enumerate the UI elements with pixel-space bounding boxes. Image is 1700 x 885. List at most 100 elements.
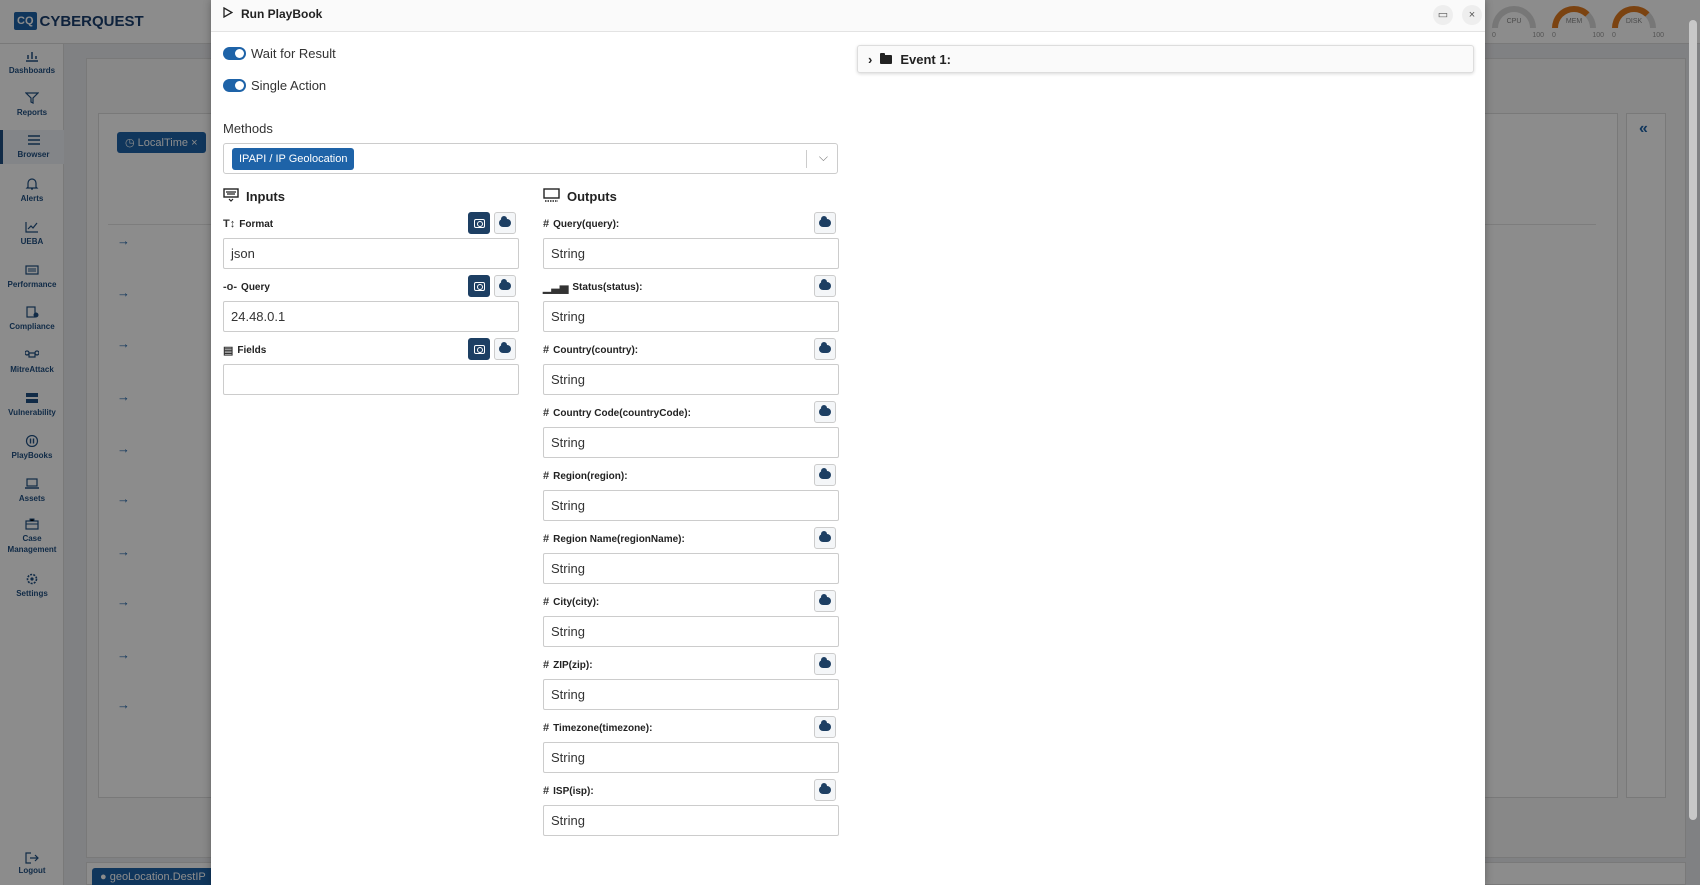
run-playbook-modal: Run PlayBook ▭ × Wait for Result Single … xyxy=(211,0,1485,885)
cloud-button[interactable] xyxy=(814,716,836,738)
output-label: # Timezone(timezone): xyxy=(543,722,652,734)
format-input[interactable]: json xyxy=(223,238,519,269)
single-action-toggle[interactable] xyxy=(223,79,246,92)
method-chip[interactable]: IPAPI / IP Geolocation xyxy=(232,148,355,170)
cloud-button[interactable] xyxy=(814,275,836,297)
chevron-down-icon[interactable]: ⌵ xyxy=(819,150,828,165)
output-value-field[interactable]: String xyxy=(543,238,839,269)
output-label: # City(city): xyxy=(543,596,599,608)
cloud-button[interactable] xyxy=(814,212,836,234)
event-panel[interactable]: › Event 1: xyxy=(857,45,1474,73)
cloud-icon xyxy=(819,216,831,227)
single-action-toggle-row: Single Action xyxy=(223,78,326,93)
fields-input[interactable] xyxy=(223,364,519,395)
cloud-icon xyxy=(819,657,831,668)
cloud-button[interactable] xyxy=(494,212,516,234)
snapshot-button[interactable] xyxy=(468,275,490,297)
wait-for-result-toggle[interactable] xyxy=(223,47,246,60)
output-label: # Query(query): xyxy=(543,218,619,230)
cloud-button[interactable] xyxy=(814,779,836,801)
folder-icon xyxy=(880,53,893,64)
cloud-button[interactable] xyxy=(814,464,836,486)
monitor-icon xyxy=(543,188,560,205)
output-value-field[interactable]: String xyxy=(543,805,839,836)
outputs-section-title: Outputs xyxy=(543,188,617,205)
wait-for-result-label: Wait for Result xyxy=(251,46,336,61)
input-label-text: Query xyxy=(241,281,270,293)
cloud-icon xyxy=(499,279,511,290)
maximize-button[interactable]: ▭ xyxy=(1433,5,1453,25)
output-label: # Country(country): xyxy=(543,344,638,356)
input-label-fields: ▤ Fields xyxy=(223,344,266,357)
input-label-text: Fields xyxy=(237,345,267,356)
signal-icon: ▁▃▅ xyxy=(543,282,569,294)
cloud-button[interactable] xyxy=(494,338,516,360)
input-label-format: T↕ Format xyxy=(223,218,273,230)
cloud-icon xyxy=(819,279,831,290)
output-label-text: City(city): xyxy=(553,596,600,608)
cloud-button[interactable] xyxy=(814,527,836,549)
output-label: # ISP(isp): xyxy=(543,785,594,797)
output-value-field[interactable]: String xyxy=(543,490,839,521)
page-scrollbar[interactable] xyxy=(1689,20,1697,820)
input-label-query: -o- Query xyxy=(223,281,270,293)
cloud-button[interactable] xyxy=(814,401,836,423)
cloud-icon xyxy=(819,594,831,605)
output-label-text: ISP(isp): xyxy=(553,785,594,797)
camera-icon xyxy=(473,218,485,228)
cloud-button[interactable] xyxy=(814,338,836,360)
keyboard-icon xyxy=(223,188,239,205)
camera-icon xyxy=(473,281,485,291)
modal-title-text: Run PlayBook xyxy=(241,7,323,21)
output-label-text: Country(country): xyxy=(553,344,639,356)
event-title: › Event 1: xyxy=(868,52,951,67)
hash-icon: # xyxy=(543,470,550,482)
commit-icon: -o- xyxy=(223,281,238,293)
output-value-field[interactable]: String xyxy=(543,742,839,773)
close-button[interactable]: × xyxy=(1462,5,1482,25)
output-value-field[interactable]: String xyxy=(543,364,839,395)
query-input[interactable]: 24.48.0.1 xyxy=(223,301,519,332)
event-title-text: Event 1: xyxy=(900,52,951,67)
hash-icon: # xyxy=(543,596,550,608)
hash-icon: # xyxy=(543,659,550,671)
cloud-icon xyxy=(819,405,831,416)
cloud-icon xyxy=(819,468,831,479)
cloud-button[interactable] xyxy=(814,653,836,675)
snapshot-button[interactable] xyxy=(468,212,490,234)
cloud-icon xyxy=(499,216,511,227)
input-label-text: Format xyxy=(239,218,274,230)
modal-header: Run PlayBook ▭ × xyxy=(211,0,1485,32)
output-value-field[interactable]: String xyxy=(543,679,839,710)
close-icon: × xyxy=(1468,9,1476,21)
hash-icon: # xyxy=(543,722,550,734)
output-value-field[interactable]: String xyxy=(543,301,839,332)
output-label-text: Country Code(countryCode): xyxy=(553,407,691,419)
hash-icon: # xyxy=(543,407,550,419)
cloud-button[interactable] xyxy=(494,275,516,297)
play-icon xyxy=(223,6,234,21)
output-label-text: Status(status): xyxy=(572,282,643,293)
modal-title: Run PlayBook xyxy=(223,6,323,21)
output-value-field[interactable]: String xyxy=(543,427,839,458)
file-icon: ▤ xyxy=(223,345,234,357)
chevron-right-icon[interactable]: › xyxy=(868,52,872,67)
inputs-title: Inputs xyxy=(246,189,285,204)
cloud-button[interactable] xyxy=(814,590,836,612)
output-label-text: Region(region): xyxy=(553,470,628,482)
methods-select[interactable]: IPAPI / IP Geolocation ⌵ xyxy=(223,143,838,174)
output-label: # Country Code(countryCode): xyxy=(543,407,691,419)
hash-icon: # xyxy=(543,218,550,230)
hash-icon: # xyxy=(543,785,550,797)
output-label: ▁▃▅ Status(status): xyxy=(543,281,642,294)
hash-icon: # xyxy=(543,533,550,545)
snapshot-button[interactable] xyxy=(468,338,490,360)
output-label: # ZIP(zip): xyxy=(543,659,593,671)
cloud-icon xyxy=(819,531,831,542)
output-value-field[interactable]: String xyxy=(543,553,839,584)
cloud-icon xyxy=(499,342,511,353)
cloud-icon xyxy=(819,720,831,731)
output-value-field[interactable]: String xyxy=(543,616,839,647)
cloud-icon xyxy=(819,342,831,353)
output-label: # Region(region): xyxy=(543,470,628,482)
